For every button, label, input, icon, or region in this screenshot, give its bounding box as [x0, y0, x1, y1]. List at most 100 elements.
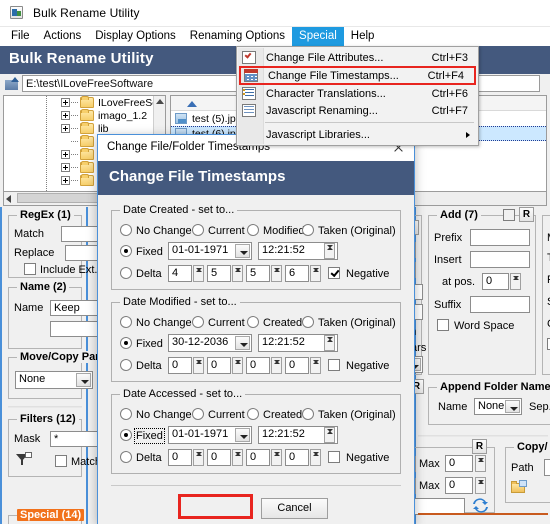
- date-accessed-date-select[interactable]: 01-01-1971: [168, 426, 252, 444]
- menu-item-change-file-timestamps[interactable]: Change File Timestamps... Ctrl+F4: [239, 66, 476, 85]
- date-created-delta-spinner-4[interactable]: [310, 265, 321, 282]
- date-created-delta-3[interactable]: 5: [246, 265, 270, 282]
- menu-display-options[interactable]: Display Options: [88, 27, 183, 46]
- expand-icon[interactable]: [61, 124, 70, 133]
- folder-open-icon[interactable]: [511, 480, 528, 494]
- numbering-max-spinner-1[interactable]: [475, 455, 486, 472]
- add-reset-button[interactable]: R: [519, 207, 534, 222]
- numbering-max-spinner-2[interactable]: [475, 477, 486, 494]
- date-created-delta-spinner-3[interactable]: [271, 265, 282, 282]
- chevron-down-icon[interactable]: [235, 244, 250, 258]
- date-accessed-delta-spinner-2[interactable]: [232, 449, 243, 466]
- date-created-modified-radio[interactable]: [247, 224, 259, 236]
- copy-move-path-input[interactable]: [544, 459, 550, 476]
- date-modified-no-change-radio[interactable]: [120, 316, 132, 328]
- match-case-checkbox[interactable]: [55, 455, 67, 467]
- date-accessed-no-change-radio[interactable]: [120, 408, 132, 420]
- date-accessed-delta-4[interactable]: 0: [285, 449, 309, 466]
- add-insert-input[interactable]: [470, 251, 530, 268]
- tree-item[interactable]: ILoveFreeSoftw: [4, 96, 165, 109]
- date-accessed-delta-3[interactable]: 0: [246, 449, 270, 466]
- scroll-up-icon[interactable]: [156, 99, 164, 104]
- date-modified-delta-2[interactable]: 0: [207, 357, 231, 374]
- date-modified-created-radio[interactable]: [247, 316, 259, 328]
- date-modified-delta-3[interactable]: 0: [246, 357, 270, 374]
- date-accessed-current-radio[interactable]: [192, 408, 204, 420]
- move-copy-select[interactable]: None: [15, 371, 93, 389]
- date-created-delta-1[interactable]: 4: [168, 265, 192, 282]
- date-created-taken-radio[interactable]: [302, 224, 314, 236]
- date-accessed-delta-spinner-3[interactable]: [271, 449, 282, 466]
- date-created-delta-spinner-1[interactable]: [193, 265, 204, 282]
- date-accessed-created-radio[interactable]: [247, 408, 259, 420]
- date-accessed-fixed-radio[interactable]: [120, 429, 132, 441]
- tree-item[interactable]: imago_1.2: [4, 109, 165, 122]
- date-accessed-delta-radio[interactable]: [120, 451, 132, 463]
- expand-icon[interactable]: [61, 98, 70, 107]
- numbering-max-input-2[interactable]: 0: [445, 477, 473, 494]
- date-modified-delta-spinner-1[interactable]: [193, 357, 204, 374]
- date-created-delta-radio[interactable]: [120, 267, 132, 279]
- scroll-left-icon[interactable]: [6, 195, 11, 203]
- date-accessed-delta-spinner-4[interactable]: [310, 449, 321, 466]
- chevron-down-icon[interactable]: [76, 373, 91, 387]
- date-created-delta-4[interactable]: 6: [285, 265, 309, 282]
- date-accessed-negative-checkbox[interactable]: [328, 451, 340, 463]
- menu-file[interactable]: File: [4, 27, 37, 46]
- expand-icon[interactable]: [61, 111, 70, 120]
- include-ext-checkbox[interactable]: [24, 263, 36, 275]
- add-at-pos-input[interactable]: 0: [482, 273, 509, 290]
- menu-actions[interactable]: Actions: [37, 27, 89, 46]
- date-modified-fixed-radio[interactable]: [120, 337, 132, 349]
- date-created-negative-checkbox[interactable]: [328, 267, 340, 279]
- date-modified-delta-radio[interactable]: [120, 359, 132, 371]
- date-created-fixed-radio[interactable]: [120, 245, 132, 257]
- menu-item-javascript-renaming[interactable]: Javascript Renaming... Ctrl+F7: [237, 102, 478, 119]
- date-accessed-taken-radio[interactable]: [302, 408, 314, 420]
- chevron-down-icon[interactable]: [235, 428, 250, 442]
- date-accessed-time-spinner[interactable]: [324, 427, 335, 443]
- add-prefix-input[interactable]: [470, 229, 530, 246]
- numbering-max-input-1[interactable]: 0: [445, 455, 473, 472]
- menu-special[interactable]: Special: [292, 26, 344, 46]
- numbering-reset-button[interactable]: R: [472, 439, 487, 454]
- expand-icon[interactable]: [61, 176, 70, 185]
- cancel-button[interactable]: Cancel: [261, 498, 328, 519]
- refresh-icon[interactable]: [473, 498, 488, 513]
- menu-renaming-options[interactable]: Renaming Options: [183, 27, 292, 46]
- date-modified-delta-4[interactable]: 0: [285, 357, 309, 374]
- menu-item-character-translations[interactable]: Character Translations... Ctrl+F6: [237, 85, 478, 102]
- date-accessed-delta-2[interactable]: 0: [207, 449, 231, 466]
- date-modified-delta-spinner-3[interactable]: [271, 357, 282, 374]
- date-created-no-change-radio[interactable]: [120, 224, 132, 236]
- date-created-current-radio[interactable]: [192, 224, 204, 236]
- special-dropdown-menu[interactable]: Change File Attributes... Ctrl+F3 Change…: [236, 46, 479, 146]
- add-group-checkbox[interactable]: [503, 209, 515, 221]
- expand-icon[interactable]: [61, 163, 70, 172]
- date-modified-time-spinner[interactable]: [324, 335, 335, 351]
- date-created-delta-spinner-2[interactable]: [232, 265, 243, 282]
- date-created-delta-2[interactable]: 5: [207, 265, 231, 282]
- chevron-down-icon[interactable]: [505, 400, 520, 413]
- append-folder-name-select[interactable]: None: [474, 398, 522, 415]
- menu-item-change-file-attributes[interactable]: Change File Attributes... Ctrl+F3: [237, 49, 478, 66]
- folder-up-icon[interactable]: [5, 77, 20, 91]
- menu-help[interactable]: Help: [344, 27, 382, 46]
- expand-icon[interactable]: [61, 150, 70, 159]
- date-modified-delta-spinner-2[interactable]: [232, 357, 243, 374]
- date-modified-current-radio[interactable]: [192, 316, 204, 328]
- add-at-pos-spinner[interactable]: [510, 273, 521, 290]
- date-modified-date-select[interactable]: 30-12-2036: [168, 334, 252, 352]
- filter-icon[interactable]: [16, 452, 32, 466]
- word-space-checkbox[interactable]: [437, 319, 449, 331]
- date-accessed-delta-1[interactable]: 0: [168, 449, 192, 466]
- add-suffix-input[interactable]: [470, 296, 530, 313]
- date-created-time-spinner[interactable]: [324, 243, 335, 259]
- menu-item-javascript-libraries[interactable]: Javascript Libraries...: [237, 126, 478, 143]
- date-modified-delta-1[interactable]: 0: [168, 357, 192, 374]
- date-modified-negative-checkbox[interactable]: [328, 359, 340, 371]
- date-created-date-select[interactable]: 01-01-1971: [168, 242, 252, 260]
- chevron-down-icon[interactable]: [235, 336, 250, 350]
- date-modified-delta-spinner-4[interactable]: [310, 357, 321, 374]
- date-accessed-delta-spinner-1[interactable]: [193, 449, 204, 466]
